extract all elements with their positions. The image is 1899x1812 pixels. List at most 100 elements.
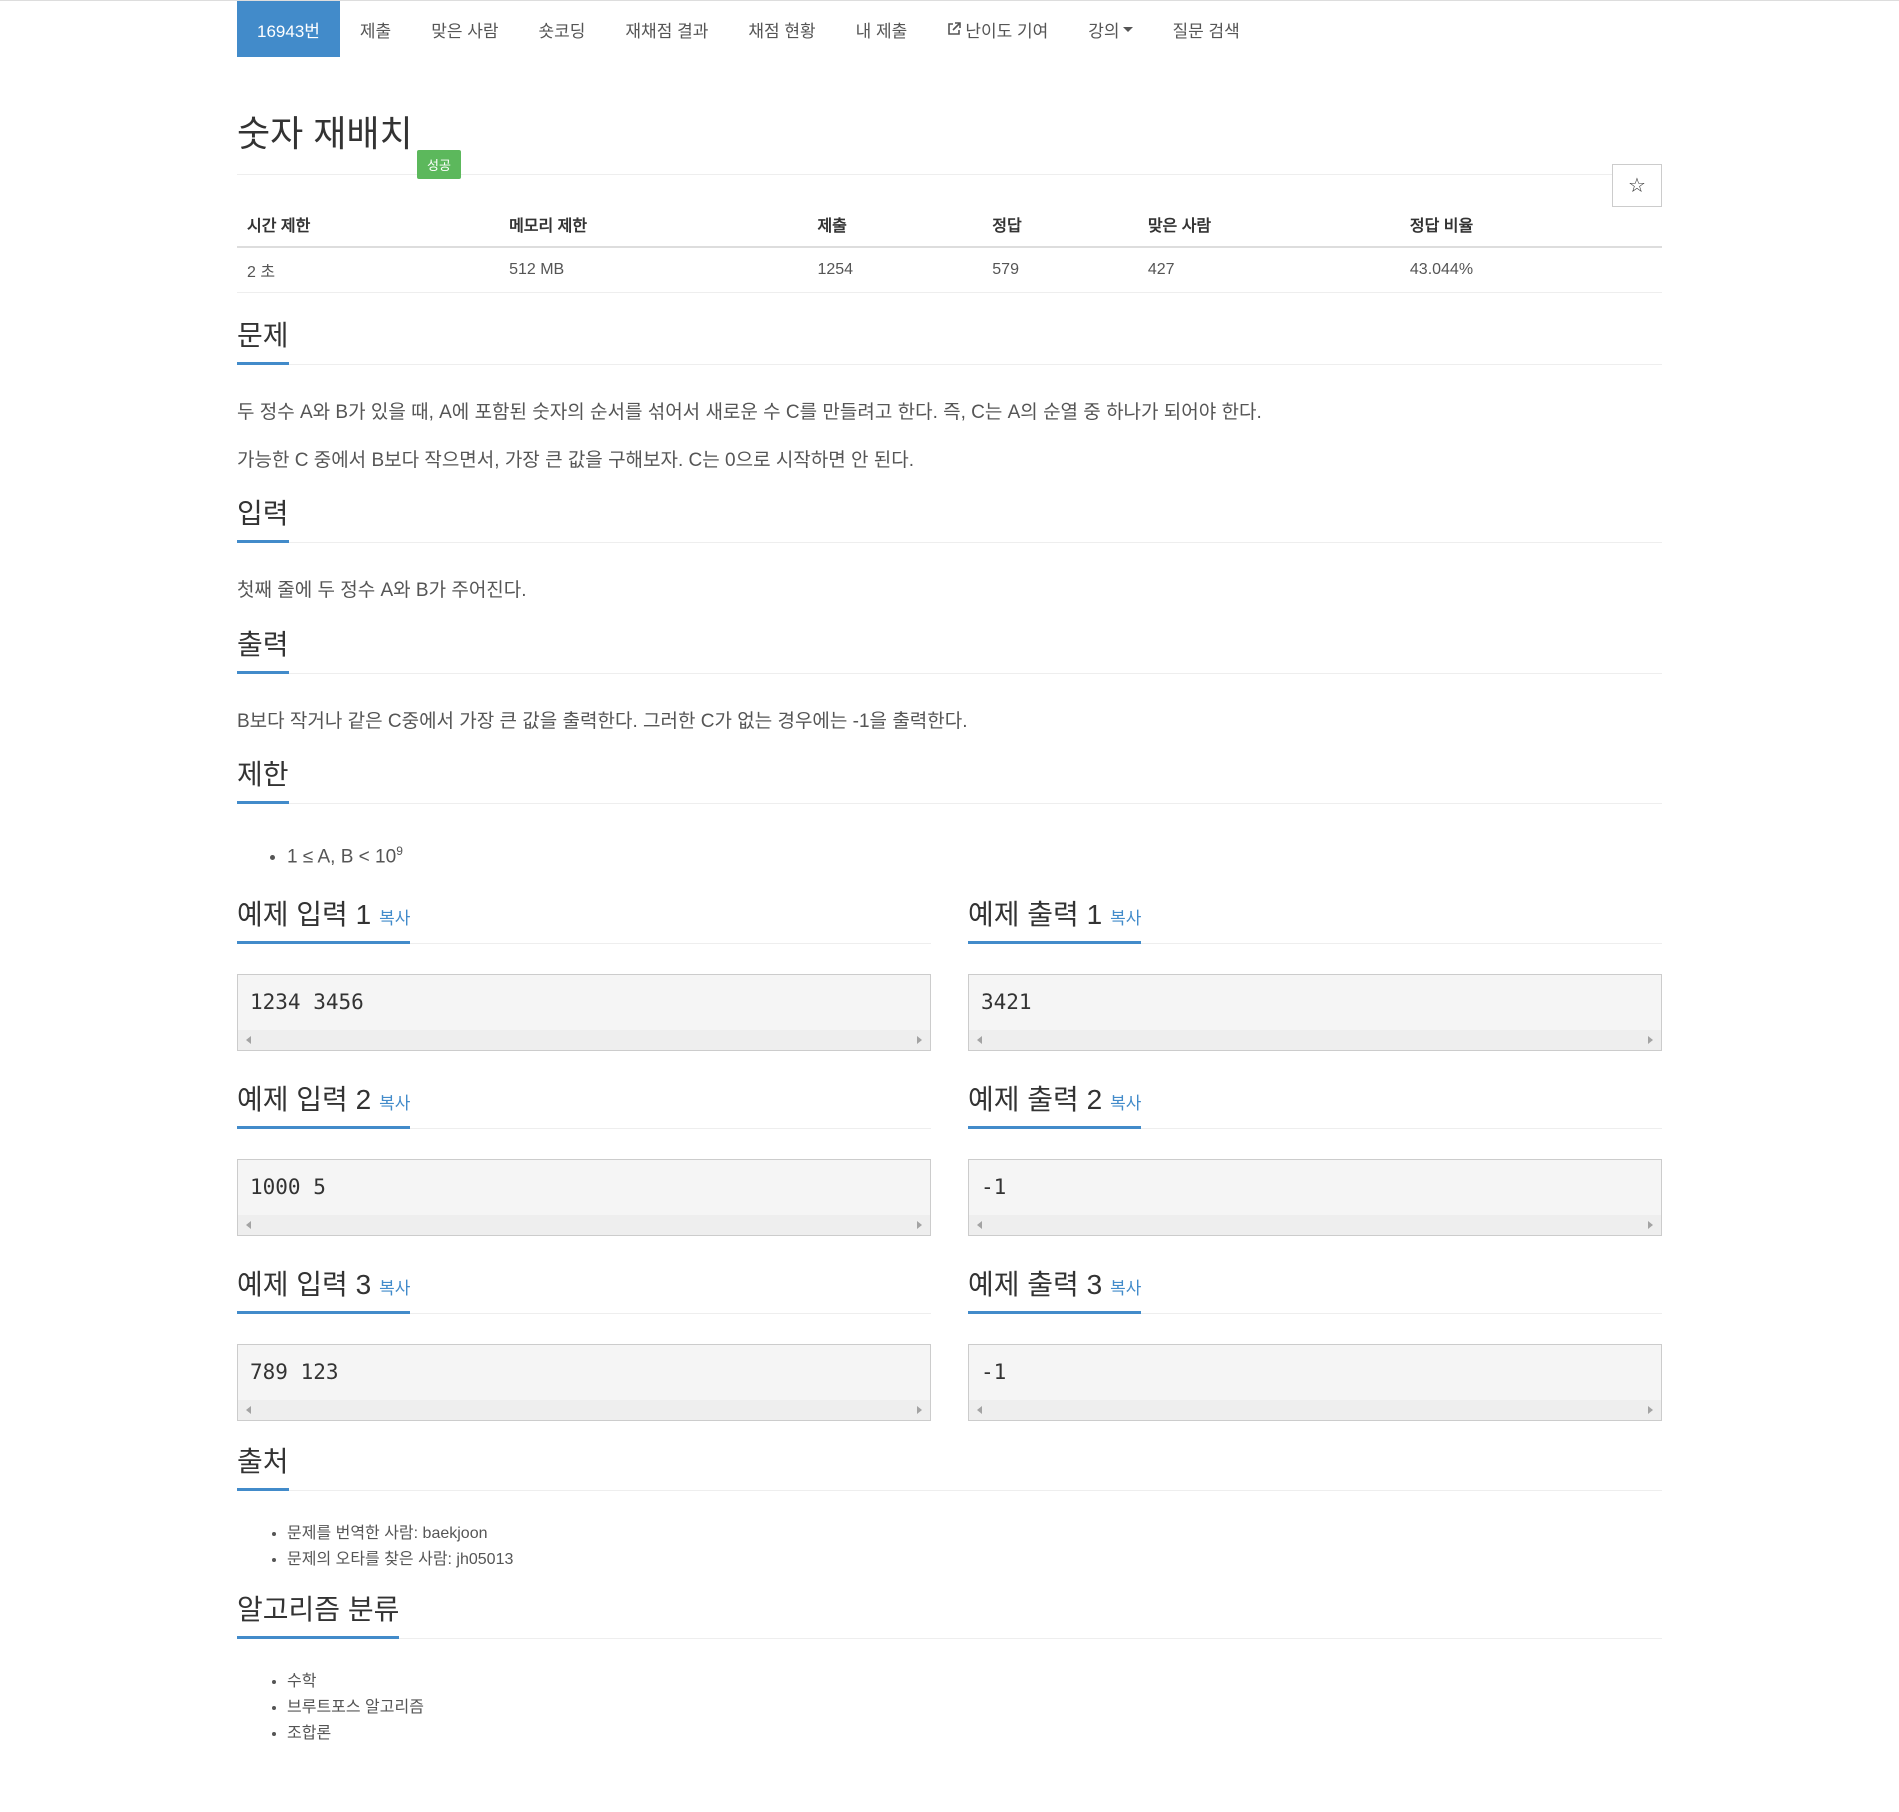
- scroll-left-icon[interactable]: [977, 1406, 982, 1415]
- algorithm-tag[interactable]: 브루트포스 알고리즘: [287, 1699, 424, 1716]
- section-source-header: 출처: [237, 1440, 1662, 1492]
- header-submissions: 제출: [807, 202, 983, 248]
- algorithm-tag[interactable]: 수학: [287, 1673, 316, 1690]
- input-body: 첫째 줄에 두 정수 A와 B가 주어진다.: [237, 577, 1662, 606]
- sample-title: 예제 출력 2: [968, 1084, 1103, 1116]
- copy-link[interactable]: 복사: [1110, 1094, 1141, 1113]
- scroll-left-icon[interactable]: [246, 1406, 251, 1415]
- copy-link[interactable]: 복사: [379, 1279, 410, 1298]
- scroll-right-icon[interactable]: [917, 1406, 922, 1415]
- algorithm-tag[interactable]: 조합론: [287, 1725, 331, 1742]
- sample-code-box[interactable]: -1: [968, 1344, 1662, 1422]
- section-title: 제한: [237, 753, 289, 804]
- scroll-right-icon[interactable]: [1648, 1221, 1653, 1230]
- tab-question-search[interactable]: 질문 검색: [1153, 1, 1260, 57]
- sample-title-wrap: 예제 출력 1 복사: [968, 893, 1142, 945]
- status-badge: 성공: [417, 150, 461, 179]
- section-title: 출력: [237, 623, 289, 674]
- copy-link[interactable]: 복사: [379, 1094, 410, 1113]
- horizontal-scrollbar[interactable]: [238, 1215, 930, 1236]
- scroll-left-icon[interactable]: [246, 1221, 251, 1230]
- horizontal-scrollbar[interactable]: [969, 1400, 1661, 1421]
- sample-header: 예제 입력 2 복사: [237, 1081, 931, 1130]
- page-container: 16943번 제출 맞은 사람 숏코딩 재채점 결과 채점 현황 내 제출 난이…: [237, 0, 1662, 1747]
- tab-lectures-dropdown[interactable]: 강의: [1068, 1, 1152, 57]
- scroll-left-icon[interactable]: [246, 1036, 251, 1045]
- scroll-right-icon[interactable]: [1648, 1406, 1653, 1415]
- sample-code: 3421: [981, 990, 1032, 1015]
- horizontal-scrollbar[interactable]: [969, 1215, 1661, 1236]
- list-item: 문제의 오타를 찾은 사람: jh05013: [287, 1547, 1662, 1573]
- section-title: 출처: [237, 1440, 289, 1492]
- horizontal-scrollbar[interactable]: [238, 1400, 930, 1421]
- sample-code-box[interactable]: 789 123: [237, 1344, 931, 1422]
- sample-code-box[interactable]: -1: [968, 1159, 1662, 1237]
- horizontal-scrollbar[interactable]: [969, 1030, 1661, 1051]
- tab-problem[interactable]: 16943번: [237, 1, 340, 57]
- list-item[interactable]: 수학: [287, 1669, 1662, 1695]
- page-title: 숫자 재배치: [237, 113, 413, 154]
- sample-header: 예제 입력 3 복사: [237, 1266, 931, 1315]
- sample-code: 789 123: [250, 1360, 339, 1385]
- tab-solved-users[interactable]: 맞은 사람: [411, 1, 518, 57]
- algorithm-tag-list: 수학 브루트포스 알고리즘 조합론: [237, 1669, 1662, 1747]
- header-accepted: 정답: [982, 202, 1138, 248]
- sample-code-box[interactable]: 1234 3456: [237, 974, 931, 1052]
- problem-header: 숫자 재배치 성공 ☆: [237, 57, 1662, 207]
- tab-rejudge-results[interactable]: 재채점 결과: [605, 1, 728, 57]
- submissions-value: 1254: [807, 247, 983, 293]
- tab-label: 내 제출: [855, 21, 908, 41]
- section-title: 알고리즘 분류: [237, 1588, 400, 1640]
- tab-my-submissions[interactable]: 내 제출: [836, 1, 928, 57]
- scroll-left-icon[interactable]: [977, 1221, 982, 1230]
- list-item: 1 ≤ A, B < 109: [287, 838, 1662, 870]
- sample-input-3: 예제 입력 3 복사 789 123: [237, 1236, 931, 1422]
- sample-code: 1234 3456: [250, 990, 364, 1015]
- sample-title: 예제 출력 1: [968, 899, 1103, 931]
- tab-difficulty-contribution[interactable]: 난이도 기여: [927, 1, 1068, 57]
- problem-info-table: 시간 제한 메모리 제한 제출 정답 맞은 사람 정답 비율 2 초 512 M…: [237, 202, 1662, 293]
- time-limit-value: 2 초: [237, 247, 500, 293]
- sample-code-box[interactable]: 1000 5: [237, 1159, 931, 1237]
- scroll-right-icon[interactable]: [917, 1221, 922, 1230]
- tab-submit[interactable]: 제출: [340, 1, 411, 57]
- scroll-left-icon[interactable]: [977, 1036, 982, 1045]
- list-item: 문제를 번역한 사람: baekjoon: [287, 1521, 1662, 1547]
- tab-label: 강의: [1088, 21, 1120, 41]
- scroll-right-icon[interactable]: [1648, 1036, 1653, 1045]
- header-accept-ratio: 정답 비율: [1399, 202, 1662, 248]
- sample-code: -1: [981, 1360, 1007, 1385]
- accepted-value: 579: [982, 247, 1138, 293]
- sample-input-2: 예제 입력 2 복사 1000 5: [237, 1051, 931, 1237]
- copy-link[interactable]: 복사: [379, 909, 410, 928]
- solved-users-value: 427: [1137, 247, 1400, 293]
- sample-code-box[interactable]: 3421: [968, 974, 1662, 1052]
- header-solved-users: 맞은 사람: [1137, 202, 1400, 248]
- section-title: 문제: [237, 314, 289, 365]
- favorite-star-button[interactable]: ☆: [1612, 164, 1662, 207]
- sample-header: 예제 출력 3 복사: [968, 1266, 1662, 1315]
- tab-label: 16943번: [257, 21, 320, 41]
- list-item[interactable]: 조합론: [287, 1721, 1662, 1747]
- tab-label: 채점 현황: [748, 21, 816, 41]
- scroll-right-icon[interactable]: [917, 1036, 922, 1045]
- copy-link[interactable]: 복사: [1110, 1279, 1141, 1298]
- sample-title: 예제 출력 3: [968, 1269, 1103, 1301]
- sample-header: 예제 출력 1 복사: [968, 893, 1662, 945]
- tab-short-coding[interactable]: 숏코딩: [519, 1, 606, 57]
- limit-exponent: 9: [396, 844, 403, 858]
- tab-label: 숏코딩: [538, 21, 586, 41]
- limits-list: 1 ≤ A, B < 109: [237, 838, 1662, 870]
- horizontal-scrollbar[interactable]: [238, 1030, 930, 1051]
- description-paragraph: 두 정수 A와 B가 있을 때, A에 포함된 숫자의 순서를 섞어서 새로운 …: [237, 402, 1262, 423]
- section-limits-header: 제한: [237, 756, 1662, 804]
- list-item[interactable]: 브루트포스 알고리즘: [287, 1695, 1662, 1721]
- sample-header: 예제 출력 2 복사: [968, 1081, 1662, 1130]
- memory-limit-value: 512 MB: [499, 247, 808, 293]
- sample-header: 예제 입력 1 복사: [237, 896, 931, 945]
- copy-link[interactable]: 복사: [1110, 909, 1141, 928]
- tab-label: 맞은 사람: [431, 21, 499, 41]
- sample-code: 1000 5: [250, 1175, 326, 1200]
- tab-judge-status[interactable]: 채점 현황: [728, 1, 835, 57]
- source-list: 문제를 번역한 사람: baekjoon 문제의 오타를 찾은 사람: jh05…: [237, 1521, 1662, 1573]
